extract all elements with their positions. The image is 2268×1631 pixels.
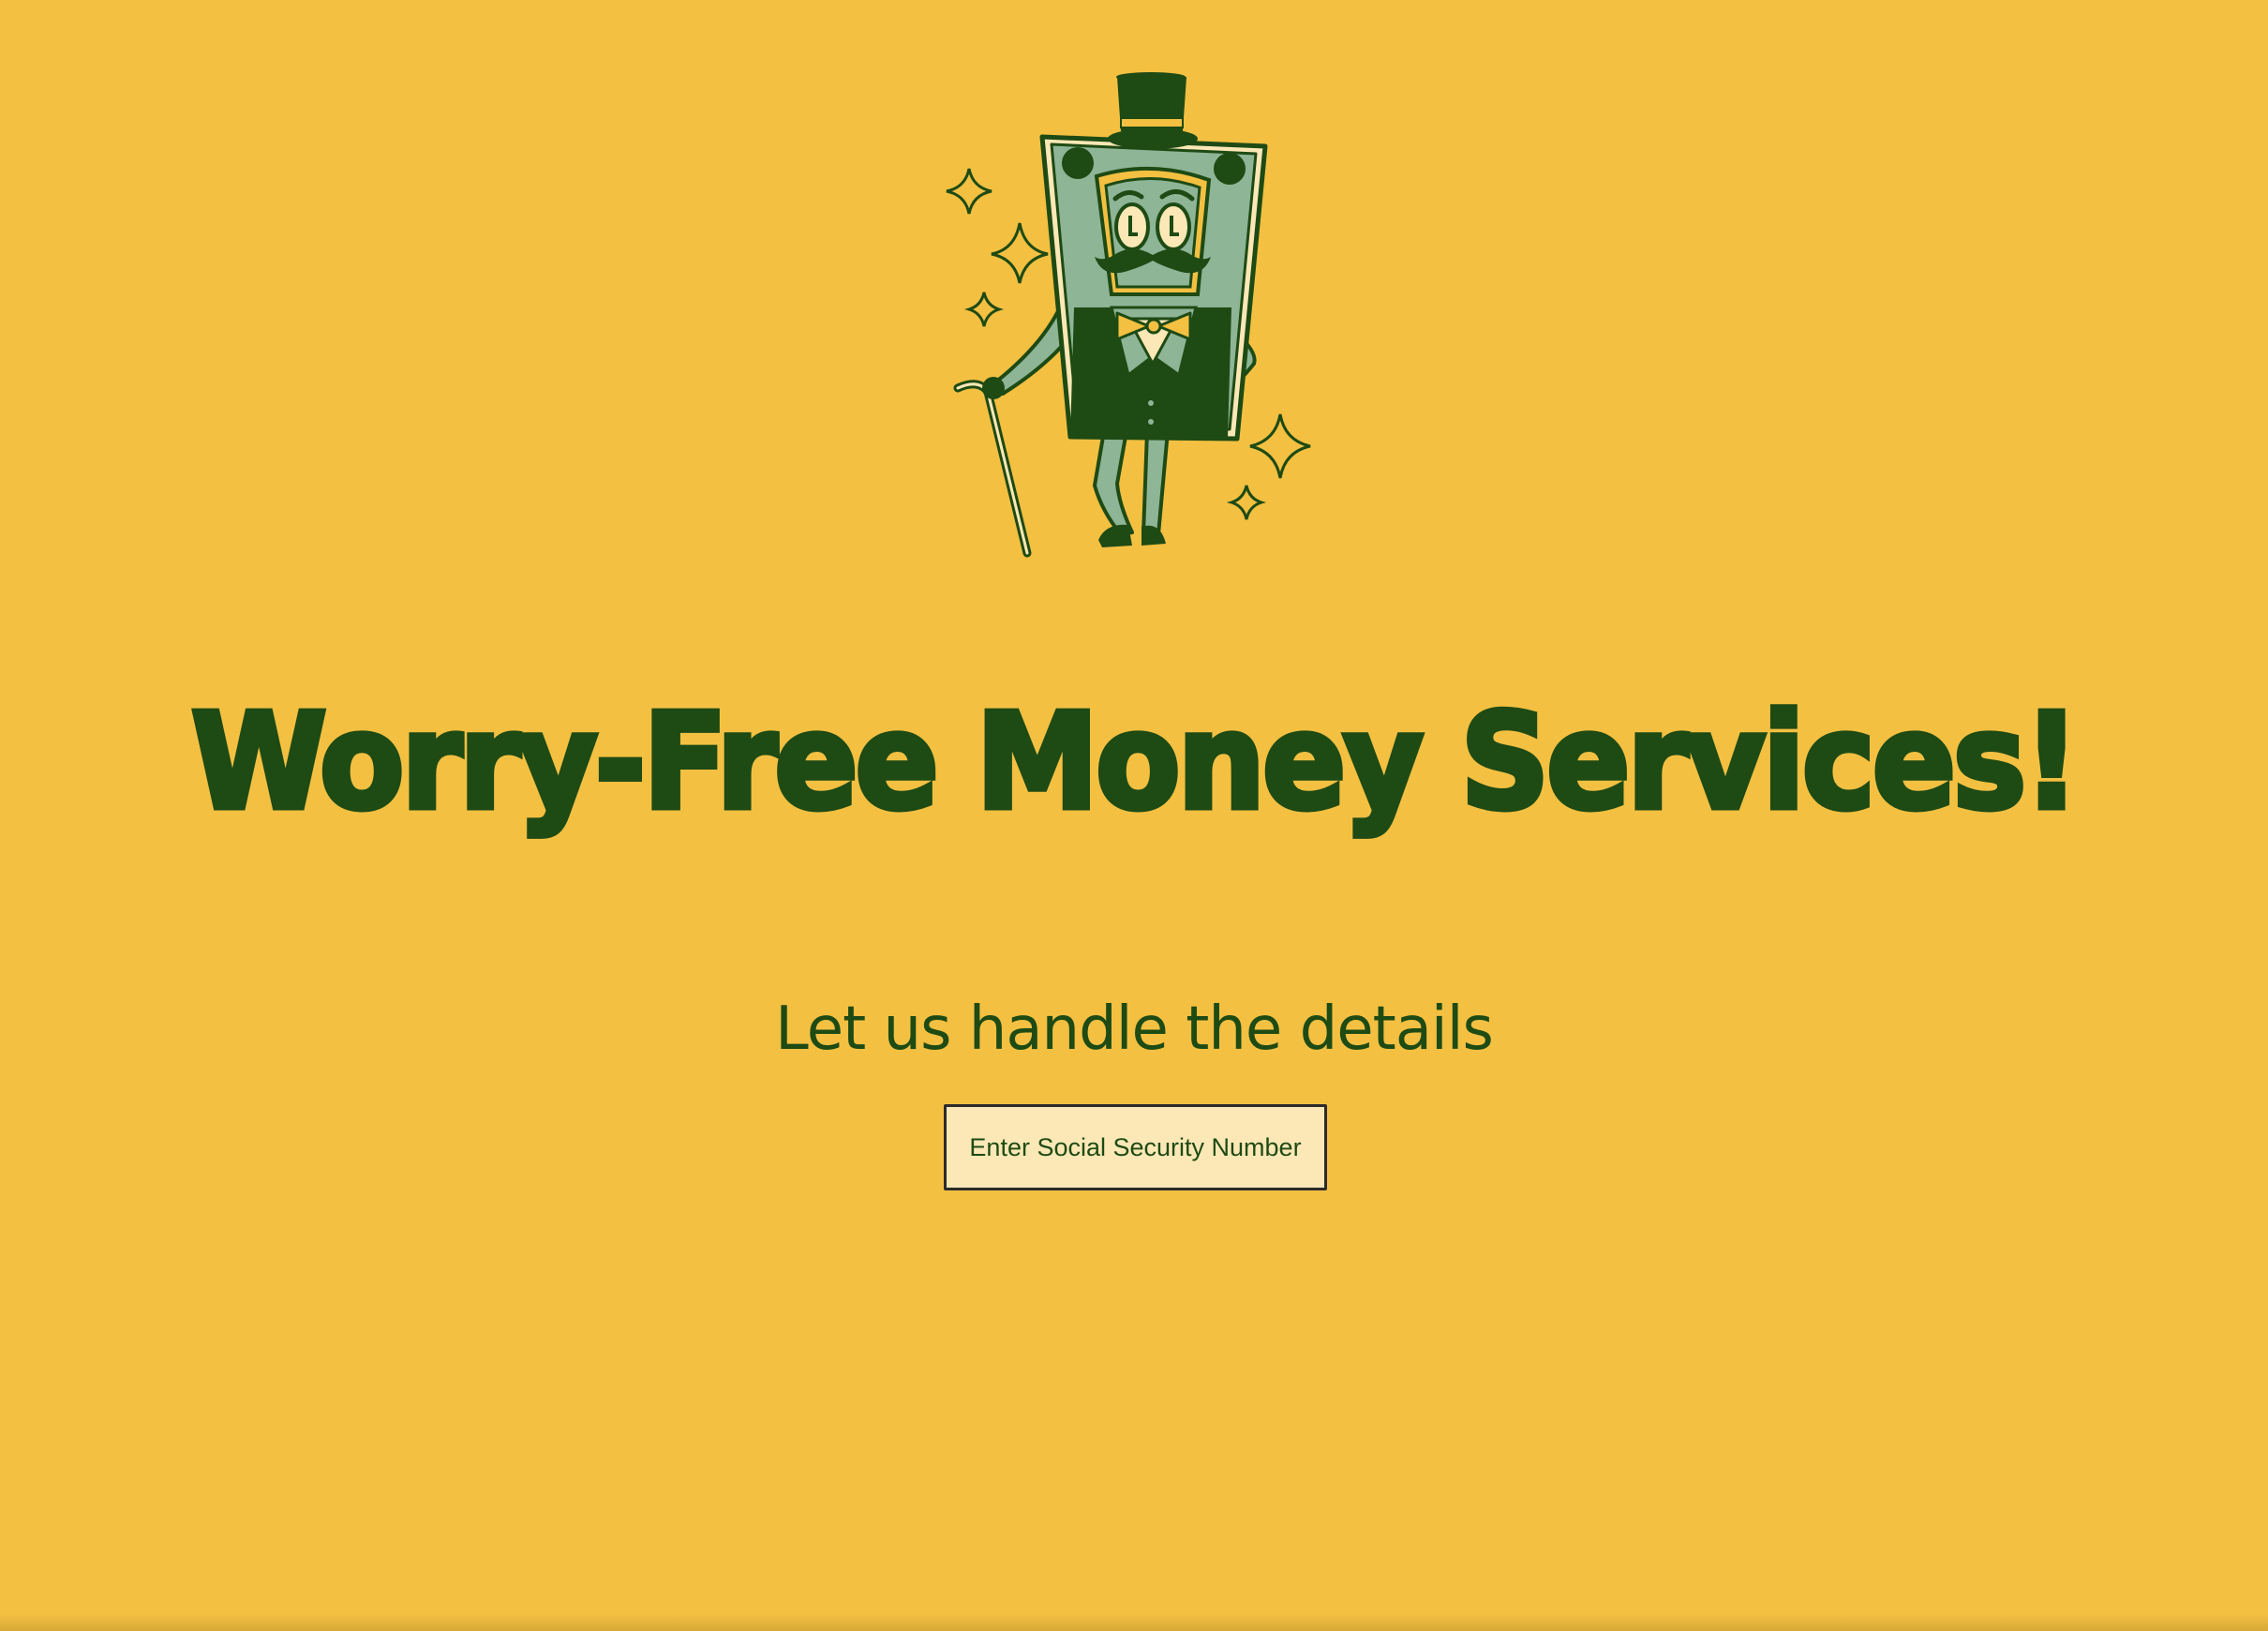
page: Worry-Free Money Services! Let us handle… bbox=[0, 0, 2268, 1631]
money-mascot-illustration bbox=[946, 72, 1311, 558]
ssn-input[interactable] bbox=[944, 1104, 1327, 1190]
page-subheadline: Let us handle the details bbox=[775, 995, 1494, 1064]
window-bottom-edge bbox=[0, 1614, 2268, 1631]
page-headline: Worry-Free Money Services! bbox=[188, 685, 2082, 839]
